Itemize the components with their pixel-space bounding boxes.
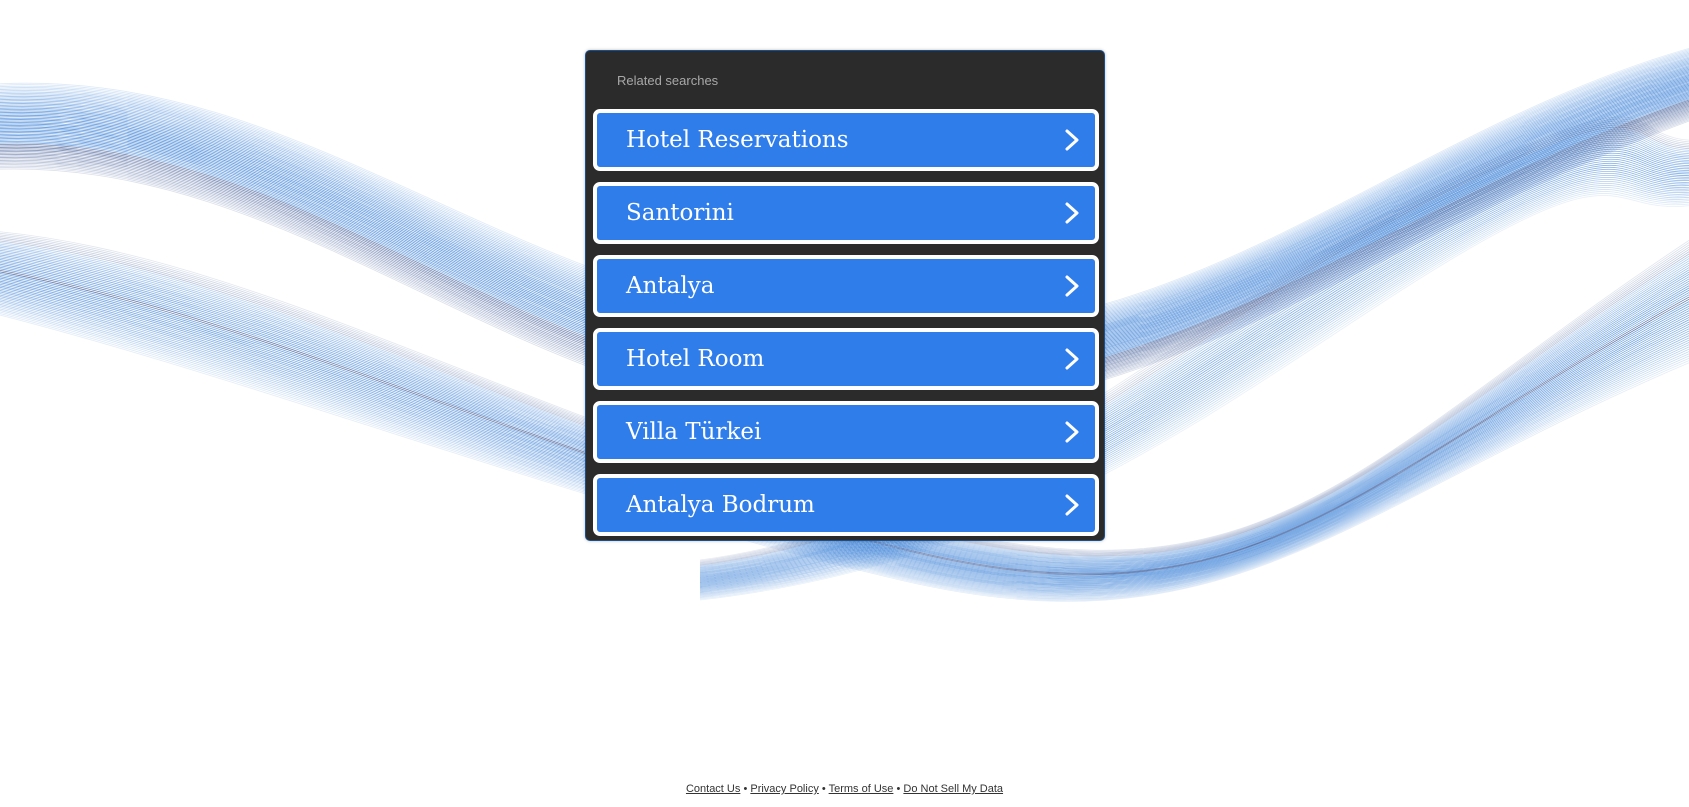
terms-of-use-link[interactable]: Terms of Use bbox=[829, 783, 894, 795]
contact-us-link[interactable]: Contact Us bbox=[686, 783, 740, 795]
footer: Contact Us • Privacy Policy • Terms of U… bbox=[0, 783, 1689, 795]
page: Related searches Hotel Reservations Sant… bbox=[0, 0, 1689, 807]
related-search-item-antalya-bodrum[interactable]: Antalya Bodrum bbox=[593, 474, 1099, 536]
related-search-item-hotel-room[interactable]: Hotel Room bbox=[593, 328, 1099, 390]
do-not-sell-my-data-link[interactable]: Do Not Sell My Data bbox=[903, 783, 1003, 795]
related-search-label: Antalya bbox=[626, 273, 715, 299]
panel-title: Related searches bbox=[617, 73, 719, 88]
chevron-right-icon bbox=[1065, 129, 1079, 151]
chevron-right-icon bbox=[1065, 348, 1079, 370]
footer-separator: • bbox=[896, 783, 901, 795]
related-searches-list: Hotel Reservations Santorini Antalya Hot… bbox=[593, 109, 1099, 547]
related-search-item-antalya[interactable]: Antalya bbox=[593, 255, 1099, 317]
related-search-label: Hotel Reservations bbox=[626, 127, 849, 153]
related-search-label: Hotel Room bbox=[626, 346, 765, 372]
chevron-right-icon bbox=[1065, 421, 1079, 443]
footer-separator: • bbox=[821, 783, 826, 795]
chevron-right-icon bbox=[1065, 202, 1079, 224]
related-search-item-santorini[interactable]: Santorini bbox=[593, 182, 1099, 244]
related-search-label: Villa Türkei bbox=[626, 419, 762, 445]
related-search-item-villa-turkei[interactable]: Villa Türkei bbox=[593, 401, 1099, 463]
related-search-item-hotel-reservations[interactable]: Hotel Reservations bbox=[593, 109, 1099, 171]
chevron-right-icon bbox=[1065, 275, 1079, 297]
footer-separator: • bbox=[743, 783, 748, 795]
related-searches-panel: Related searches Hotel Reservations Sant… bbox=[585, 50, 1105, 541]
related-search-label: Santorini bbox=[626, 200, 734, 226]
related-search-label: Antalya Bodrum bbox=[626, 492, 815, 518]
privacy-policy-link[interactable]: Privacy Policy bbox=[750, 783, 818, 795]
chevron-right-icon bbox=[1065, 494, 1079, 516]
